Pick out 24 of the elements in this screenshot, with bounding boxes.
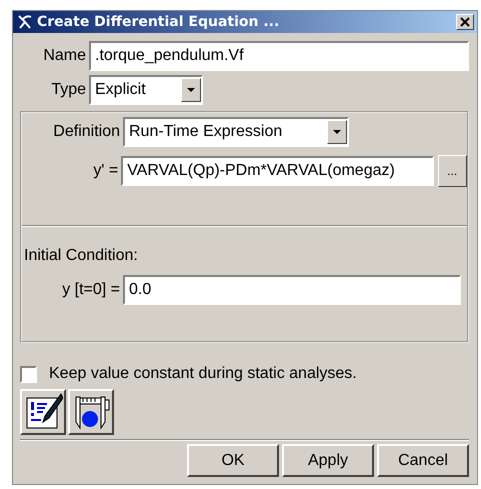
- checkbox-label: Keep value constant during static analyses.: [49, 365, 357, 383]
- dropdown-arrow-icon: [333, 130, 341, 134]
- definition-label: Definition: [52, 123, 121, 141]
- dropdown-arrow-icon: [187, 88, 195, 92]
- type-label: Type: [50, 81, 87, 99]
- name-field[interactable]: .torque_pendulum.Vf: [89, 41, 469, 71]
- name-label: Name: [42, 47, 87, 65]
- initial-value-field[interactable]: 0.0: [123, 275, 461, 305]
- initial-value-label: y [t=0] =: [61, 281, 121, 299]
- app-icon: [17, 14, 33, 30]
- measure-button[interactable]: [68, 389, 114, 435]
- checkbox[interactable]: [20, 366, 37, 382]
- dialog-button[interactable]: Cancel: [377, 444, 469, 477]
- definition-dropdown[interactable]: Run-Time Expression: [123, 117, 349, 147]
- dialog-button[interactable]: OK: [187, 444, 279, 477]
- browse-button[interactable]: ...: [438, 155, 467, 187]
- type-dropdown[interactable]: Explicit: [89, 75, 203, 105]
- initial-condition-heading: Initial Condition:: [23, 247, 139, 265]
- close-button[interactable]: [456, 14, 474, 30]
- edit-document-button[interactable]: [20, 389, 66, 435]
- derivative-label: y' =: [92, 162, 120, 180]
- expression-field[interactable]: VARVAL(Qp)-PDm*VARVAL(omegaz): [121, 156, 434, 186]
- dialog-button[interactable]: Apply: [282, 444, 374, 477]
- window-title: Create Differential Equation ...: [37, 14, 280, 30]
